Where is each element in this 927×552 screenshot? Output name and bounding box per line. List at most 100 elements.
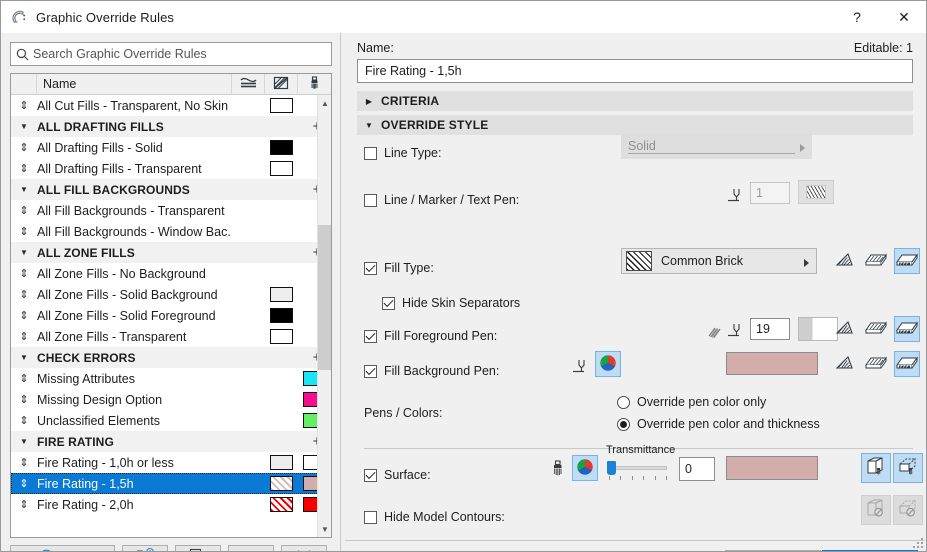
- list-group-row[interactable]: ▼FIRE RATING+: [11, 431, 331, 452]
- new-folder-button[interactable]: [122, 545, 168, 551]
- row-reorder-handle[interactable]: ⇕: [11, 204, 37, 217]
- pens-colors-radio-1[interactable]: [617, 417, 630, 431]
- close-button[interactable]: ✕: [880, 1, 926, 33]
- list-group-row[interactable]: ▼ALL FILL BACKGROUNDS+: [11, 179, 331, 200]
- list-item-row[interactable]: ⇕ All Drafting Fills - Transparent: [11, 158, 331, 179]
- list-group-row[interactable]: ▼CHECK ERRORS+: [11, 347, 331, 368]
- surface-section-button[interactable]: [893, 453, 923, 483]
- resize-grip[interactable]: [913, 538, 925, 550]
- surface-3d-button[interactable]: [861, 453, 891, 483]
- transmittance-slider[interactable]: [607, 460, 667, 480]
- pens-colors-option-0[interactable]: Override pen color only: [617, 395, 766, 409]
- row-reorder-handle[interactable]: ⇕: [11, 288, 37, 301]
- row-reorder-handle[interactable]: ⇕: [11, 309, 37, 322]
- list-item-row[interactable]: ⇕ All Zone Fills - No Background: [11, 263, 331, 284]
- line-marker-text-pen-checkbox[interactable]: [364, 193, 377, 207]
- row-reorder-handle[interactable]: ⇕: [11, 372, 37, 385]
- fg-mode-cover-button[interactable]: [894, 316, 920, 342]
- bg-mode-cover-button[interactable]: [894, 351, 920, 377]
- surface-color-wheel-button[interactable]: [572, 455, 598, 481]
- new-rule-button[interactable]: New: [10, 545, 115, 551]
- fill-foreground-pen-number-field[interactable]: 19: [750, 318, 790, 340]
- fill-mode-drafting-button[interactable]: [863, 248, 889, 274]
- list-item-row[interactable]: ⇕ All Zone Fills - Solid Background: [11, 284, 331, 305]
- list-item-row[interactable]: ⇕ Missing Attributes: [11, 368, 331, 389]
- fg-mode-drafting-button[interactable]: [863, 316, 889, 342]
- row-reorder-handle[interactable]: ⇕: [11, 267, 37, 280]
- row-reorder-handle[interactable]: ⇕: [11, 162, 37, 175]
- row-reorder-handle[interactable]: ⇕: [11, 414, 37, 427]
- hide-skin-separators-label: Hide Skin Separators: [402, 296, 521, 310]
- column-header-pen-override[interactable]: [298, 74, 331, 95]
- row-reorder-handle[interactable]: ⇕: [11, 225, 37, 238]
- search-box[interactable]: [10, 42, 332, 66]
- row-reorder-handle[interactable]: ⇕: [11, 477, 37, 490]
- scroll-up-icon[interactable]: ▲: [318, 95, 331, 111]
- list-group-row[interactable]: ▼ALL DRAFTING FILLS+: [11, 116, 331, 137]
- help-button[interactable]: ?: [834, 1, 880, 33]
- fill-type-combo[interactable]: Common Brick: [621, 248, 817, 274]
- group-collapse-icon[interactable]: ▼: [11, 122, 37, 131]
- fill-type-checkbox[interactable]: [364, 261, 377, 275]
- list-item-row[interactable]: ⇕ Unclassified Elements: [11, 410, 331, 431]
- line-pen-swatch-button[interactable]: [798, 180, 834, 204]
- fill-background-color-swatch[interactable]: [726, 352, 818, 375]
- list-item-row[interactable]: ⇕ All Fill Backgrounds - Transparent: [11, 200, 331, 221]
- row-reorder-handle[interactable]: ⇕: [11, 393, 37, 406]
- list-scrollbar[interactable]: ▲ ▼: [317, 95, 331, 537]
- list-item-row[interactable]: ⇕ All Zone Fills - Solid Foreground: [11, 305, 331, 326]
- hide-model-contours-checkbox[interactable]: [364, 510, 377, 524]
- pens-colors-option-1[interactable]: Override pen color and thickness: [617, 417, 820, 431]
- slider-track[interactable]: [607, 466, 667, 470]
- column-header-name[interactable]: Name: [37, 74, 232, 95]
- list-item-row[interactable]: ⇕ Fire Rating - 2,0h: [11, 494, 331, 515]
- duplicate-button[interactable]: [175, 545, 221, 551]
- list-item-row[interactable]: ⇕ Fire Rating - 1,5h: [11, 473, 331, 494]
- list-item-row[interactable]: ⇕ Fire Rating - 1,0h or less: [11, 452, 331, 473]
- fill-foreground-pen-checkbox[interactable]: [364, 329, 377, 343]
- list-item-row[interactable]: ⇕ Missing Design Option: [11, 389, 331, 410]
- scrollbar-thumb[interactable]: [318, 225, 331, 370]
- row-reorder-handle[interactable]: ⇕: [11, 141, 37, 154]
- row-reorder-handle[interactable]: ⇕: [11, 99, 37, 112]
- row-reorder-handle[interactable]: ⇕: [11, 330, 37, 343]
- fill-background-color-wheel-button[interactable]: [595, 351, 621, 377]
- rule-name-input[interactable]: [363, 63, 907, 79]
- fill-background-pen-checkbox[interactable]: [364, 364, 377, 378]
- delete-button[interactable]: [281, 545, 327, 551]
- group-collapse-icon[interactable]: ▼: [11, 248, 37, 257]
- fill-mode-cut-button[interactable]: [832, 248, 858, 274]
- rename-button[interactable]: A: [228, 545, 274, 552]
- list-item-row[interactable]: ⇕ All Zone Fills - Transparent: [11, 326, 331, 347]
- search-input[interactable]: [33, 44, 331, 64]
- slider-thumb[interactable]: [607, 461, 616, 475]
- list-group-row[interactable]: ▼ALL ZONE FILLS+: [11, 242, 331, 263]
- column-header-fill-override[interactable]: [265, 74, 298, 95]
- bg-mode-cut-button[interactable]: [832, 351, 858, 377]
- section-override-style[interactable]: ▼ OVERRIDE STYLE: [357, 115, 913, 135]
- list-item-row[interactable]: ⇕ All Fill Backgrounds - Window Bac...: [11, 221, 331, 242]
- surface-color-swatch[interactable]: [726, 456, 818, 480]
- fg-mode-cut-button[interactable]: [832, 316, 858, 342]
- scroll-down-icon[interactable]: ▼: [318, 521, 331, 537]
- group-collapse-icon[interactable]: ▼: [11, 353, 37, 362]
- list-item-row[interactable]: ⇕ All Cut Fills - Transparent, No Skin ..…: [11, 95, 331, 116]
- group-collapse-icon[interactable]: ▼: [11, 185, 37, 194]
- fill-mode-cover-button[interactable]: [894, 248, 920, 274]
- row-reorder-handle[interactable]: ⇕: [11, 498, 37, 511]
- column-header-surface-override[interactable]: [232, 74, 265, 95]
- row-reorder-handle[interactable]: ⇕: [11, 456, 37, 469]
- list-item-row[interactable]: ⇕ All Drafting Fills - Solid: [11, 137, 331, 158]
- section-criteria[interactable]: ▶ CRITERIA: [357, 91, 913, 111]
- pens-colors-radio-0[interactable]: [617, 395, 630, 409]
- line-pen-number-field[interactable]: 1: [750, 182, 790, 204]
- group-collapse-icon[interactable]: ▼: [11, 437, 37, 446]
- bg-mode-drafting-button[interactable]: [863, 351, 889, 377]
- list-body[interactable]: ⇕ All Cut Fills - Transparent, No Skin ..…: [11, 95, 331, 537]
- hide-skin-separators-checkbox[interactable]: [382, 296, 395, 310]
- rule-name-field[interactable]: [357, 59, 913, 83]
- rename-text-icon: A: [241, 549, 261, 552]
- surface-checkbox[interactable]: [364, 468, 377, 482]
- transmittance-value-field[interactable]: 0: [679, 457, 715, 481]
- line-type-checkbox[interactable]: [364, 146, 377, 160]
